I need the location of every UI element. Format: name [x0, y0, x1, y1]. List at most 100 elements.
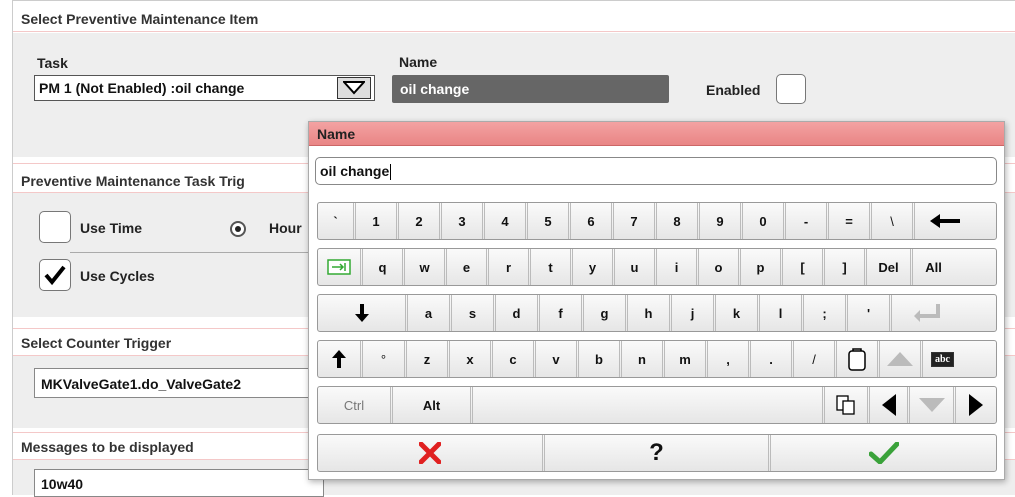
- text-caret: [390, 164, 392, 181]
- section-title-pm-item: Select Preventive Maintenance Item: [13, 6, 1015, 32]
- counter-trigger-field[interactable]: MKValveGate1.do_ValveGate2: [34, 368, 324, 398]
- chevron-down-icon[interactable]: [337, 77, 371, 99]
- enabled-label: Enabled: [706, 82, 761, 98]
- key-quote[interactable]: ': [848, 295, 892, 331]
- task-select-value: PM 1 (Not Enabled) :oil change: [39, 80, 245, 96]
- key-delete[interactable]: Del: [867, 249, 913, 285]
- arrow-up-icon: [332, 350, 346, 368]
- abc-icon: abc: [931, 351, 954, 367]
- key-4[interactable]: 4: [485, 203, 528, 239]
- clipboard-icon: [848, 348, 866, 371]
- key-select-all[interactable]: All: [913, 249, 954, 285]
- key-down-arrow[interactable]: [910, 387, 956, 423]
- use-time-checkbox[interactable]: [39, 211, 71, 243]
- key-e[interactable]: e: [447, 249, 489, 285]
- key-p[interactable]: p: [741, 249, 783, 285]
- triangle-left-icon: [881, 394, 896, 416]
- help-button[interactable]: ?: [545, 435, 771, 471]
- task-select[interactable]: PM 1 (Not Enabled) :oil change: [34, 75, 375, 101]
- key-backtick[interactable]: `: [318, 203, 356, 239]
- key-c[interactable]: c: [493, 341, 536, 377]
- key-x[interactable]: x: [450, 341, 493, 377]
- key-m[interactable]: m: [665, 341, 708, 377]
- key-slash[interactable]: /: [794, 341, 837, 377]
- key-o[interactable]: o: [699, 249, 741, 285]
- key-2[interactable]: 2: [399, 203, 442, 239]
- key-3[interactable]: 3: [442, 203, 485, 239]
- key-semicolon[interactable]: ;: [804, 295, 848, 331]
- key-f[interactable]: f: [540, 295, 584, 331]
- key-5[interactable]: 5: [528, 203, 571, 239]
- key-shift-down[interactable]: [318, 295, 408, 331]
- use-cycles-checkbox[interactable]: [39, 259, 71, 291]
- keyboard-input[interactable]: oil change: [315, 157, 997, 185]
- task-label: Task: [37, 55, 68, 71]
- key-k[interactable]: k: [716, 295, 760, 331]
- key-left-bracket[interactable]: [: [783, 249, 825, 285]
- key-9[interactable]: 9: [700, 203, 743, 239]
- key-copy[interactable]: [825, 387, 870, 423]
- checkmark-ok-icon: [868, 442, 899, 464]
- enter-icon: [914, 304, 940, 322]
- key-y[interactable]: y: [573, 249, 615, 285]
- key-equals[interactable]: =: [829, 203, 872, 239]
- key-row-2: q w e r t y u i o p [ ] Del All: [317, 248, 997, 286]
- virtual-keyboard: Name oil change ` 1 2 3 4 5 6 7 8 9 0 - …: [308, 121, 1005, 480]
- key-right-bracket[interactable]: ]: [825, 249, 867, 285]
- key-right-arrow[interactable]: [956, 387, 996, 423]
- key-minus[interactable]: -: [786, 203, 829, 239]
- key-6[interactable]: 6: [571, 203, 614, 239]
- key-enter[interactable]: [892, 295, 962, 331]
- key-7[interactable]: 7: [614, 203, 657, 239]
- key-q[interactable]: q: [363, 249, 405, 285]
- key-abc-toggle[interactable]: abc: [923, 341, 962, 377]
- message-field[interactable]: 10w40: [34, 469, 324, 497]
- key-h[interactable]: h: [628, 295, 672, 331]
- key-comma[interactable]: ,: [708, 341, 751, 377]
- enabled-checkbox[interactable]: [776, 74, 806, 104]
- key-tab[interactable]: [318, 249, 363, 285]
- key-a[interactable]: a: [408, 295, 452, 331]
- triangle-right-icon: [969, 394, 983, 416]
- triangle-down-icon: [918, 398, 945, 412]
- hours-radio[interactable]: [230, 221, 246, 237]
- key-space[interactable]: [473, 387, 825, 423]
- key-alt[interactable]: Alt: [393, 387, 473, 423]
- use-time-label: Use Time: [80, 220, 142, 236]
- key-row-5: Ctrl Alt: [317, 386, 997, 424]
- key-r[interactable]: r: [489, 249, 531, 285]
- key-8[interactable]: 8: [657, 203, 700, 239]
- key-v[interactable]: v: [536, 341, 579, 377]
- key-g[interactable]: g: [584, 295, 628, 331]
- key-0[interactable]: 0: [743, 203, 786, 239]
- key-left-arrow[interactable]: [870, 387, 910, 423]
- key-ctrl[interactable]: Ctrl: [318, 387, 393, 423]
- key-d[interactable]: d: [496, 295, 540, 331]
- key-b[interactable]: b: [579, 341, 622, 377]
- backspace-arrow-icon: [930, 214, 960, 228]
- key-i[interactable]: i: [657, 249, 699, 285]
- cancel-x-icon: [419, 442, 441, 464]
- key-backspace[interactable]: [915, 203, 975, 239]
- key-s[interactable]: s: [452, 295, 496, 331]
- key-shift-up[interactable]: [318, 341, 363, 377]
- key-1[interactable]: 1: [356, 203, 399, 239]
- key-paste[interactable]: [837, 341, 880, 377]
- name-field[interactable]: oil change: [392, 75, 669, 103]
- cancel-button[interactable]: [318, 435, 545, 471]
- key-u[interactable]: u: [615, 249, 657, 285]
- key-j[interactable]: j: [672, 295, 716, 331]
- key-up-arrow[interactable]: [880, 341, 923, 377]
- key-l[interactable]: l: [760, 295, 804, 331]
- key-t[interactable]: t: [531, 249, 573, 285]
- checkmark-icon: [44, 265, 66, 286]
- ok-button[interactable]: [771, 435, 996, 471]
- key-n[interactable]: n: [622, 341, 665, 377]
- key-w[interactable]: w: [405, 249, 447, 285]
- action-row: ?: [317, 434, 997, 472]
- key-period[interactable]: .: [751, 341, 794, 377]
- key-degree[interactable]: °: [363, 341, 407, 377]
- key-backslash[interactable]: \: [872, 203, 915, 239]
- key-z[interactable]: z: [407, 341, 450, 377]
- keyboard-title: Name: [309, 122, 1004, 146]
